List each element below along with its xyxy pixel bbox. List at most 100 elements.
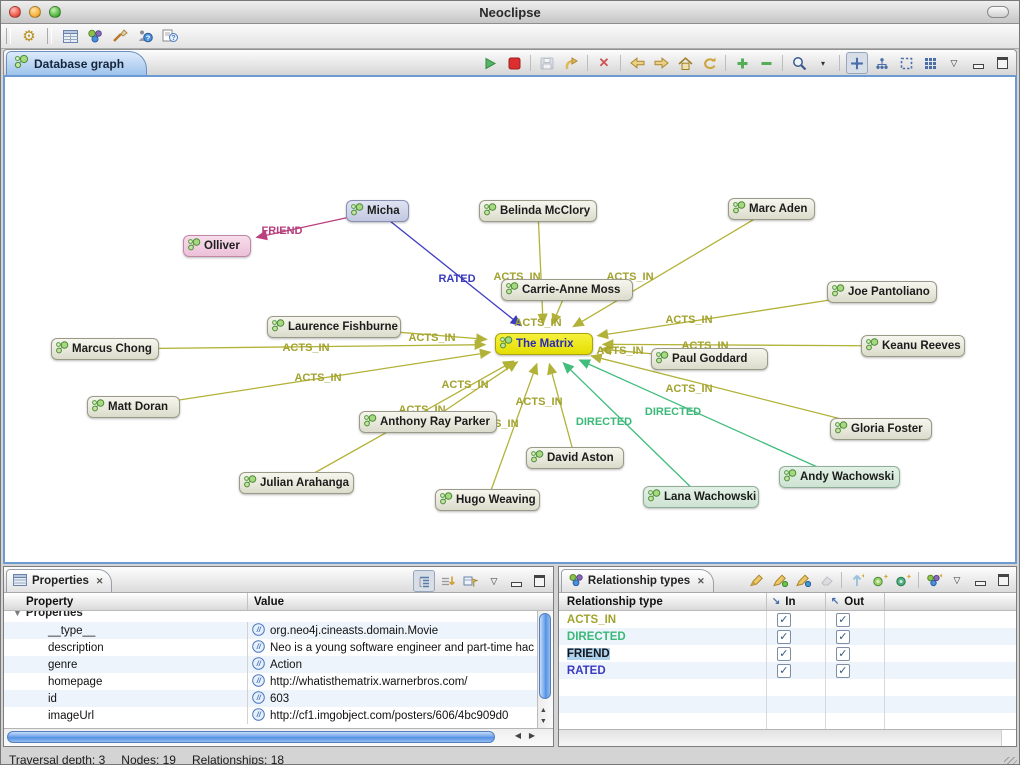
refresh-icon[interactable] [699, 53, 719, 73]
properties-horizontal-scrollbar[interactable]: ◀ ▶ [4, 728, 553, 746]
table-icon[interactable] [60, 26, 80, 46]
column-relationship-type[interactable]: Relationship type [559, 593, 766, 610]
property-row-homepage[interactable]: homepage//http://whatisthematrix.warnerb… [4, 673, 553, 690]
graph-node-carrie[interactable]: Carrie-Anne Moss [501, 279, 633, 301]
gear-icon[interactable]: ⚙ [19, 26, 39, 46]
property-row-__type__[interactable]: __type__//org.neo4j.cineasts.domain.Movi… [4, 622, 553, 639]
property-row-id[interactable]: id//603 [4, 690, 553, 707]
close-properties-icon[interactable]: ✕ [96, 576, 104, 587]
graph-node-micha[interactable]: Micha [346, 200, 409, 222]
save-icon[interactable] [537, 53, 557, 73]
collapse-triangle-icon[interactable]: ▼ [13, 611, 22, 618]
graph-node-anthony[interactable]: Anthony Ray Parker [359, 411, 497, 433]
in-checkbox[interactable]: ✓ [777, 630, 791, 644]
relationship-horizontal-scroll-track[interactable] [559, 729, 1016, 746]
graph-node-matt[interactable]: Matt Doran [87, 396, 180, 418]
eraser-icon[interactable] [816, 570, 836, 590]
in-checkbox[interactable]: ✓ [777, 613, 791, 627]
inc-arrow-icon[interactable]: ✦ [847, 570, 867, 590]
graph-node-paul[interactable]: Paul Goddard [651, 348, 768, 370]
home-icon[interactable] [675, 53, 695, 73]
graph-node-lana[interactable]: Lana Wachowski [643, 486, 759, 508]
graph-canvas[interactable]: FRIENDRATEDACTS_INACTS_INACTS_INACTS_INA… [3, 75, 1017, 564]
filter-icon[interactable] [461, 571, 481, 591]
zoom-in-icon[interactable] [732, 53, 752, 73]
menu-icon[interactable]: ▽ [484, 571, 504, 591]
close-relationship-types-icon[interactable]: ✕ [697, 576, 705, 587]
out-checkbox[interactable]: ✓ [836, 613, 850, 627]
relationship-row-friend[interactable]: FRIEND✓✓ [559, 645, 1016, 662]
tree-icon[interactable] [413, 570, 435, 592]
layout-radial-icon[interactable] [846, 52, 868, 74]
relationship-row-rated[interactable]: RATED✓✓ [559, 662, 1016, 679]
v-scroll-thumb[interactable] [539, 613, 551, 699]
property-row-genre[interactable]: genre//Action [4, 656, 553, 673]
out-checkbox[interactable]: ✓ [836, 647, 850, 661]
node-add-in-icon[interactable]: ✦ [893, 570, 913, 590]
graph-node-marcaden[interactable]: Marc Aden [728, 198, 815, 220]
scroll-up-icon[interactable]: ▲ [540, 707, 547, 714]
column-in[interactable]: ↘In [766, 593, 825, 610]
minimize-icon[interactable] [968, 53, 988, 73]
brush-icon[interactable] [110, 26, 130, 46]
scroll-right-icon[interactable]: ▶ [525, 731, 539, 740]
graph-node-belinda[interactable]: Belinda McClory [479, 200, 597, 222]
menu-icon[interactable]: ▽ [947, 570, 967, 590]
magnifier-icon[interactable] [789, 53, 809, 73]
relationship-row-acts_in[interactable]: ACTS_IN✓✓ [559, 611, 1016, 628]
properties-group-row[interactable]: ▼ Properties [4, 611, 553, 622]
out-checkbox[interactable]: ✓ [836, 630, 850, 644]
in-checkbox[interactable]: ✓ [777, 664, 791, 678]
back-icon[interactable] [627, 53, 647, 73]
h-scroll-thumb[interactable] [7, 731, 495, 743]
tab-database-graph[interactable]: Database graph [6, 51, 147, 75]
minimize-icon[interactable] [970, 570, 990, 590]
zoom-out-icon[interactable] [756, 53, 776, 73]
tab-properties[interactable]: Properties ✕ [6, 569, 112, 592]
column-value[interactable]: Value [247, 593, 284, 610]
dropdown-icon[interactable]: ▾ [813, 53, 833, 73]
layout-grid-dash-icon[interactable] [896, 53, 916, 73]
node-add-out-icon[interactable]: ✦ [870, 570, 890, 590]
toolbar-drag-handle[interactable] [6, 28, 11, 44]
sort-icon[interactable] [438, 571, 458, 591]
toolbar-drag-handle[interactable] [47, 28, 52, 44]
layout-grid-icon[interactable] [920, 53, 940, 73]
graph-node-laurence[interactable]: Laurence Fishburne [267, 316, 401, 338]
forward-icon[interactable] [651, 53, 671, 73]
stop-icon[interactable] [504, 53, 524, 73]
layout-tree-icon[interactable] [872, 53, 892, 73]
run-icon[interactable] [480, 53, 500, 73]
delete-icon[interactable]: ✕ [594, 53, 614, 73]
marker-icon[interactable] [747, 570, 767, 590]
scroll-down-icon[interactable]: ▼ [540, 718, 547, 725]
graph-node-joe[interactable]: Joe Pantoliano [827, 281, 937, 303]
marker-add-out-icon[interactable] [793, 570, 813, 590]
graph-node-matrix[interactable]: The Matrix [495, 333, 593, 355]
commit-icon[interactable] [561, 53, 581, 73]
types-add-icon[interactable]: ✦ [924, 570, 944, 590]
scroll-left-icon[interactable]: ◀ [511, 731, 525, 740]
maximize-icon[interactable] [993, 570, 1013, 590]
marker-add-in-icon[interactable] [770, 570, 790, 590]
relationship-row-directed[interactable]: DIRECTED✓✓ [559, 628, 1016, 645]
graph-node-keanu[interactable]: Keanu Reeves [861, 335, 965, 357]
tab-relationship-types[interactable]: Relationship types ✕ [561, 569, 714, 592]
graph-node-olliver[interactable]: Olliver [183, 235, 251, 257]
graph-node-marcus[interactable]: Marcus Chong [51, 338, 159, 360]
graph-node-hugo[interactable]: Hugo Weaving [435, 489, 540, 511]
in-checkbox[interactable]: ✓ [777, 647, 791, 661]
graph-node-david[interactable]: David Aston [526, 447, 624, 469]
toolbar-toggle-button[interactable] [987, 6, 1009, 18]
column-out[interactable]: ↖Out [825, 593, 884, 610]
property-row-description[interactable]: description//Neo is a young software eng… [4, 639, 553, 656]
graph-node-andy[interactable]: Andy Wachowski [779, 466, 900, 488]
graph-nodes-icon[interactable] [85, 26, 105, 46]
graph-node-gloria[interactable]: Gloria Foster [830, 418, 932, 440]
maximize-icon[interactable] [992, 53, 1012, 73]
menu-icon[interactable]: ▽ [944, 53, 964, 73]
help-person-icon[interactable]: ? [135, 26, 155, 46]
help-doc-icon[interactable]: ? [160, 26, 180, 46]
maximize-icon[interactable] [530, 571, 550, 591]
graph-node-julian[interactable]: Julian Arahanga [239, 472, 354, 494]
